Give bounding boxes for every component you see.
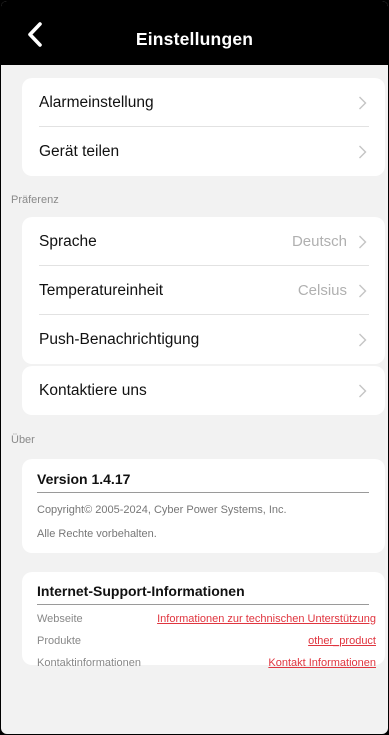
support-title: Internet-Support-Informationen <box>37 583 245 599</box>
copyright-text: Copyright© 2005-2024, Cyber Power System… <box>37 504 287 516</box>
section-label-about: Über <box>11 434 35 446</box>
chevron-right-icon <box>359 145 367 159</box>
version-title: Version 1.4.17 <box>37 471 131 487</box>
share-device-item[interactable]: Gerät teilen <box>22 127 385 176</box>
website-link[interactable]: Informationen zur technischen Unterstütz… <box>157 613 376 625</box>
push-notification-label: Push-Benachrichtigung <box>39 330 200 348</box>
share-device-label: Gerät teilen <box>39 142 120 160</box>
settings-screen: Einstellungen Alarmeinstellung Gerät tei… <box>1 1 388 734</box>
alarm-settings-item[interactable]: Alarmeinstellung <box>22 78 385 127</box>
temperature-unit-item[interactable]: Temperatureinheit Celsius <box>22 266 385 315</box>
rights-text: Alle Rechte vorbehalten. <box>37 528 157 540</box>
alarm-settings-label: Alarmeinstellung <box>39 93 154 111</box>
products-label: Produkte <box>37 635 82 647</box>
push-notification-item[interactable]: Push-Benachrichtigung <box>22 315 385 364</box>
support-row-products: Produkte other_product <box>37 635 376 651</box>
divider <box>37 492 369 493</box>
language-item[interactable]: Sprache Deutsch <box>22 217 385 266</box>
language-value: Deutsch <box>291 233 347 250</box>
chevron-right-icon <box>359 333 367 347</box>
page-title: Einstellungen <box>135 29 254 49</box>
support-row-website: Webseite Informationen zur technischen U… <box>37 613 376 629</box>
general-settings-card: Alarmeinstellung Gerät teilen <box>22 78 385 176</box>
chevron-right-icon <box>359 96 367 110</box>
version-card: Version 1.4.17 Copyright© 2005-2024, Cyb… <box>22 459 385 553</box>
contact-card: Kontaktiere uns <box>22 366 385 415</box>
support-card: Internet-Support-Informationen Webseite … <box>22 572 385 669</box>
contact-us-item[interactable]: Kontaktiere uns <box>22 366 385 415</box>
language-label: Sprache <box>39 232 97 250</box>
products-link[interactable]: other_product <box>308 635 376 647</box>
temperature-unit-value: Celsius <box>297 282 347 299</box>
website-label: Webseite <box>37 613 83 625</box>
section-label-preferences: Präferenz <box>11 194 59 206</box>
contact-info-label: Kontaktinformationen <box>37 657 141 669</box>
app-header: Einstellungen <box>1 1 388 65</box>
preferences-card: Sprache Deutsch Temperatureinheit Celsiu… <box>22 217 385 364</box>
contact-us-label: Kontaktiere uns <box>39 381 147 399</box>
contact-info-link[interactable]: Kontakt Informationen <box>268 657 376 669</box>
chevron-right-icon <box>359 384 367 398</box>
chevron-right-icon <box>359 284 367 298</box>
divider <box>37 604 369 605</box>
chevron-right-icon <box>359 235 367 249</box>
temperature-unit-label: Temperatureinheit <box>39 281 164 299</box>
support-row-contact: Kontaktinformationen Kontakt Information… <box>37 657 376 673</box>
